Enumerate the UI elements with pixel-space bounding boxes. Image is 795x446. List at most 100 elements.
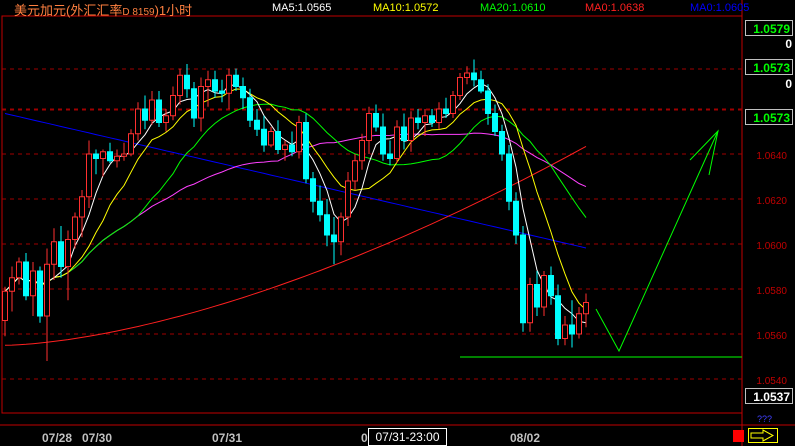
candle-up [65, 239, 71, 267]
candle-down [485, 90, 491, 114]
candle-up [282, 144, 288, 150]
candle-down [310, 178, 316, 202]
ma0a-label: MA0:1.0638 [585, 2, 645, 14]
candle-down [142, 108, 148, 121]
candle-down [184, 74, 190, 90]
ma5-line [4, 82, 587, 324]
axis-tick-3: 1.0600 [756, 241, 787, 252]
candle-up [457, 77, 463, 96]
axis-tick-2: 1.0620 [756, 196, 787, 207]
axis-tick-6: 1.0540 [756, 376, 787, 387]
ma0b-label: MA0:1.0605 [690, 2, 750, 14]
candle-up [205, 79, 211, 87]
candle-down [415, 117, 421, 123]
candle-up [268, 131, 274, 146]
candle-down [380, 126, 386, 155]
candle-down [401, 126, 407, 141]
candle-up [422, 115, 428, 123]
candle-up [541, 275, 547, 308]
candle-up [345, 180, 351, 218]
candle-down [478, 79, 484, 92]
candle-down [492, 113, 498, 132]
candle-down [331, 234, 337, 243]
price-box-high: 1.0579 [745, 20, 793, 36]
axis-tick-5: 1.0560 [756, 331, 787, 342]
date-label-0730: 07/30 [82, 431, 113, 445]
candle-up [408, 117, 414, 141]
date-label-0802: 08/02 [510, 431, 541, 445]
candle-down [37, 270, 43, 317]
candle-down [58, 241, 64, 267]
candle-down [240, 86, 246, 99]
candle-down [506, 153, 512, 202]
title-period: )1小时 [154, 3, 193, 18]
red-square-button[interactable] [733, 430, 744, 442]
arrow-right-icon [750, 429, 775, 442]
candle-down [233, 74, 239, 87]
candle-down [387, 153, 393, 159]
candle-up [359, 140, 365, 162]
price-box-mid: 1.0573 [745, 59, 793, 75]
zero-label-1: 0 [785, 37, 792, 51]
forecast-path [595, 130, 719, 353]
forecast-arrowhead [689, 129, 719, 176]
next-arrow-button[interactable] [748, 428, 778, 443]
date-label-0728: 07/28 [42, 431, 73, 445]
candle-up [394, 126, 400, 159]
candle-down [548, 275, 554, 297]
candle-down [534, 284, 540, 308]
ma20-line [4, 103, 587, 292]
zero-label-2: 0 [785, 77, 792, 91]
candle-down [373, 113, 379, 128]
candle-up [44, 263, 50, 317]
chart-title: 美元加元(外汇汇率D 8159)1小时 [14, 0, 192, 19]
ma-magenta-line [4, 132, 587, 292]
candle-down [303, 122, 309, 180]
candlestick-chart [0, 0, 795, 446]
candle-down [191, 88, 197, 119]
candle-down [499, 131, 505, 155]
ma-long-blue-line [4, 113, 587, 249]
candle-down [275, 131, 281, 150]
candle-up [527, 284, 533, 324]
candle-up [100, 151, 106, 159]
candle-up [51, 241, 57, 265]
candle-up [114, 155, 120, 162]
date-label-0731: 07/31 [212, 431, 243, 445]
ma5-label: MA5:1.0565 [272, 2, 332, 14]
candle-up [30, 270, 36, 297]
candle-up [464, 72, 470, 78]
candle-down [247, 97, 253, 121]
candle-down [212, 79, 218, 92]
candle-down [289, 144, 295, 153]
candle-up [226, 74, 232, 94]
title-name: 美元加元(外汇汇率 [14, 3, 123, 18]
candle-up [163, 115, 169, 123]
candle-up [198, 86, 204, 119]
candle-down [443, 108, 449, 114]
candle-down [254, 119, 260, 130]
plot-frame [1, 15, 743, 414]
candle-down [555, 295, 561, 339]
candle-up [170, 95, 176, 117]
candle-up [72, 216, 78, 240]
candle-down [429, 115, 435, 123]
ma-long-red-line [4, 145, 587, 346]
candle-up [450, 95, 456, 114]
candle-down [93, 153, 99, 159]
candle-up [9, 277, 15, 292]
candle-down [317, 200, 323, 216]
candle-down [156, 99, 162, 123]
candle-down [324, 214, 330, 236]
price-box-low: 1.0537 [745, 388, 793, 404]
axis-tick-4: 1.0580 [756, 286, 787, 297]
candle-up [296, 122, 302, 153]
candle-up [149, 99, 155, 121]
candle-up [177, 74, 183, 96]
candle-up [79, 196, 85, 218]
ma10-label: MA10:1.0572 [373, 2, 439, 14]
candle-up [583, 302, 589, 315]
date-label-zero: 0 [361, 431, 368, 445]
title-code: D 8159 [122, 7, 155, 18]
candle-down [261, 128, 267, 146]
